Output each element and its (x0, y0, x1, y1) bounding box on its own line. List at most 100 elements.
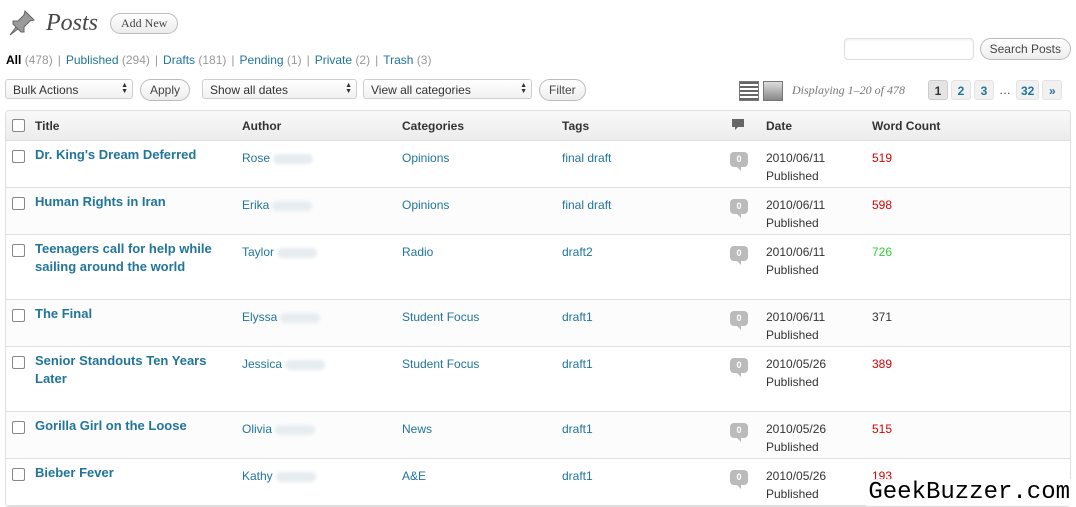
filter-separator: | (231, 53, 235, 67)
post-title-link[interactable]: Human Rights in Iran (35, 193, 225, 211)
filter-separator: | (154, 53, 159, 67)
redacted-surname (280, 312, 321, 323)
post-author-link[interactable]: Taylor (242, 245, 274, 259)
filter-link-trash[interactable]: Trash (383, 53, 413, 67)
post-author-link[interactable]: Erika (242, 198, 269, 212)
post-tags-link[interactable]: draft1 (562, 308, 593, 326)
comment-count-bubble-icon[interactable]: 0 (730, 358, 748, 377)
categories-select[interactable]: View all categories ▲ ▼ (363, 79, 532, 99)
post-word-count: 519 (872, 151, 893, 165)
view-mode-switch (739, 81, 783, 101)
post-date: 2010/05/26 (766, 422, 827, 436)
table-body: Dr. King's Dream Deferred Rose Opinions fin… (6, 141, 1070, 506)
post-author-link[interactable]: Elyssa (242, 310, 277, 324)
search-posts-button[interactable]: Search Posts (979, 38, 1071, 60)
post-category-link[interactable]: Opinions (402, 196, 449, 214)
list-view-icon[interactable] (739, 81, 759, 101)
post-category-link[interactable]: Radio (402, 243, 433, 261)
row-checkbox[interactable] (12, 197, 25, 210)
comment-count-bubble-icon[interactable]: 0 (730, 470, 748, 489)
dates-select[interactable]: Show all dates ▲ ▼ (202, 79, 357, 99)
row-checkbox[interactable] (12, 421, 25, 434)
comments-column-icon (731, 118, 745, 135)
filter-link-private[interactable]: Private (315, 53, 352, 67)
post-category-link[interactable]: Student Focus (402, 355, 479, 373)
post-title-link[interactable]: Teenagers call for help while sailing ar… (35, 240, 225, 276)
row-checkbox[interactable] (12, 356, 25, 369)
comment-count-bubble-icon[interactable]: 0 (730, 152, 748, 171)
select-arrows-icon: ▲ ▼ (121, 82, 128, 95)
posts-table: Title Author Categories Tags Date Word C… (5, 110, 1071, 507)
add-new-button[interactable]: Add New (110, 12, 179, 34)
post-author-link[interactable]: Rose (242, 151, 270, 165)
comment-count-bubble-icon[interactable]: 0 (730, 199, 748, 218)
pushpin-icon (6, 7, 38, 39)
post-word-count: 726 (872, 245, 893, 259)
filter-count: (2) (355, 53, 371, 67)
post-author-link[interactable]: Olivia (242, 422, 272, 436)
comment-count-bubble-icon[interactable]: 0 (730, 311, 748, 330)
filter-separator: | (57, 53, 61, 67)
column-title-header[interactable]: Title (35, 119, 59, 133)
post-tags-link[interactable]: final draft (562, 196, 611, 214)
post-date: 2010/06/11 (766, 310, 826, 324)
post-category-link[interactable]: Student Focus (402, 308, 479, 326)
row-checkbox[interactable] (12, 309, 25, 322)
apply-button[interactable]: Apply (140, 79, 191, 101)
post-title-link[interactable]: The Final (35, 305, 225, 323)
bulk-actions-select[interactable]: Bulk Actions ▲ ▼ (5, 79, 133, 99)
post-tags-link[interactable]: draft2 (562, 243, 593, 261)
post-author-link[interactable]: Kathy (242, 469, 273, 483)
post-category-link[interactable]: Opinions (402, 149, 449, 167)
filter-link-published[interactable]: Published (66, 53, 119, 67)
page-link[interactable]: 2 (951, 80, 971, 100)
post-author: Rose (242, 149, 314, 167)
post-author: Jessica (242, 355, 326, 373)
post-date-cell: 2010/06/11 Published (766, 243, 825, 279)
post-tags-link[interactable]: draft1 (562, 420, 593, 438)
filter-link-pending[interactable]: Pending (240, 53, 284, 67)
comment-count-bubble-icon[interactable]: 0 (730, 246, 748, 265)
excerpt-view-icon[interactable] (763, 81, 783, 101)
filter-button[interactable]: Filter (539, 79, 586, 101)
filter-count: (1) (286, 53, 302, 67)
pagination: 1 2 3 … 32» (928, 80, 1063, 100)
page-link[interactable]: 3 (974, 80, 994, 100)
page-link[interactable]: 1 (928, 80, 948, 100)
filter-separator: | (306, 53, 310, 67)
post-author-link[interactable]: Jessica (242, 357, 282, 371)
filter-count: (294) (121, 53, 150, 67)
row-checkbox[interactable] (12, 150, 25, 163)
column-author-header: Author (242, 119, 282, 133)
comment-count-bubble-icon[interactable]: 0 (730, 423, 748, 442)
row-checkbox[interactable] (12, 244, 25, 257)
column-date-header[interactable]: Date (766, 119, 792, 133)
post-status: Published (766, 263, 819, 277)
post-author: Olivia (242, 420, 316, 438)
filter-link-drafts[interactable]: Drafts (163, 53, 195, 67)
post-date-cell: 2010/05/26 Published (766, 355, 826, 391)
post-tags-link[interactable]: draft1 (562, 467, 593, 485)
post-date-cell: 2010/06/11 Published (766, 196, 825, 232)
row-checkbox[interactable] (12, 468, 25, 481)
post-title-link[interactable]: Dr. King's Dream Deferred (35, 146, 225, 164)
page-link[interactable]: 32 (1016, 80, 1040, 100)
post-date: 2010/06/11 (766, 245, 826, 259)
post-tags-link[interactable]: draft1 (562, 355, 593, 373)
post-title-link[interactable]: Bieber Fever (35, 464, 225, 482)
next-page-link[interactable]: » (1042, 80, 1063, 100)
search-input[interactable] (843, 38, 974, 60)
filter-link-all[interactable]: All (6, 53, 21, 67)
post-title-link[interactable]: Gorilla Girl on the Loose (35, 417, 225, 435)
post-tags-link[interactable]: final draft (562, 149, 611, 167)
post-author: Elyssa (242, 308, 321, 326)
table-row: Gorilla Girl on the Loose Olivia News draft… (6, 412, 1070, 459)
post-date: 2010/06/11 (766, 151, 826, 165)
post-category-link[interactable]: News (402, 420, 432, 438)
filter-separator: | (375, 53, 379, 67)
post-title-link[interactable]: Senior Standouts Ten Years Later (35, 352, 225, 388)
select-all-checkbox[interactable] (12, 119, 25, 132)
post-date-cell: 2010/06/11 Published (766, 308, 825, 344)
column-tags-header: Tags (562, 119, 590, 133)
post-category-link[interactable]: A&E (402, 467, 426, 485)
